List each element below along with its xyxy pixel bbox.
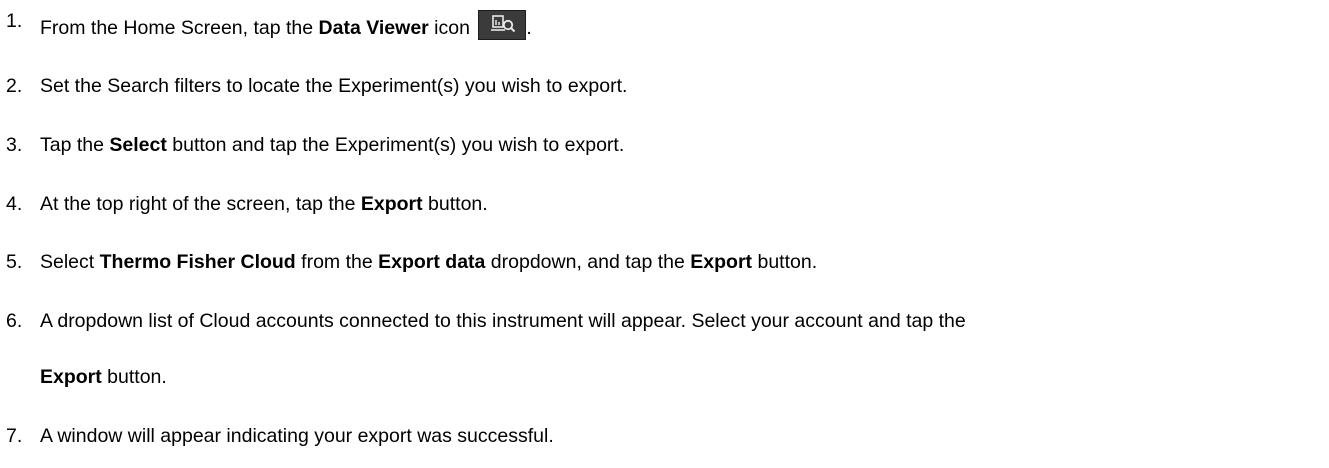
export-label: Export [360,193,423,215]
step-text: From the Home Screen, tap the Data Viewe… [40,10,532,40]
step-6-continuation: Export button. [40,366,167,388]
instruction-steps: 1. From the Home Screen, tap the Data Vi… [0,0,1329,468]
thermo-fisher-cloud-label: Thermo Fisher Cloud [99,251,296,273]
step-text: A dropdown list of Cloud accounts connec… [40,310,966,332]
select-label: Select [109,134,167,156]
step-text: Select Thermo Fisher Cloud from the Expo… [40,251,818,273]
step-text: Tap the Select button and tap the Experi… [40,134,625,156]
step-text: Set the Search filters to locate the Exp… [40,75,628,97]
data-viewer-label: Data Viewer [318,17,429,39]
export-label: Export [40,366,102,388]
step-text: A window will appear indicating your exp… [40,425,554,447]
data-viewer-icon [478,10,527,40]
step-text: At the top right of the screen, tap the … [40,193,488,215]
export-label: Export [690,251,753,273]
export-data-label: Export data [378,251,486,273]
